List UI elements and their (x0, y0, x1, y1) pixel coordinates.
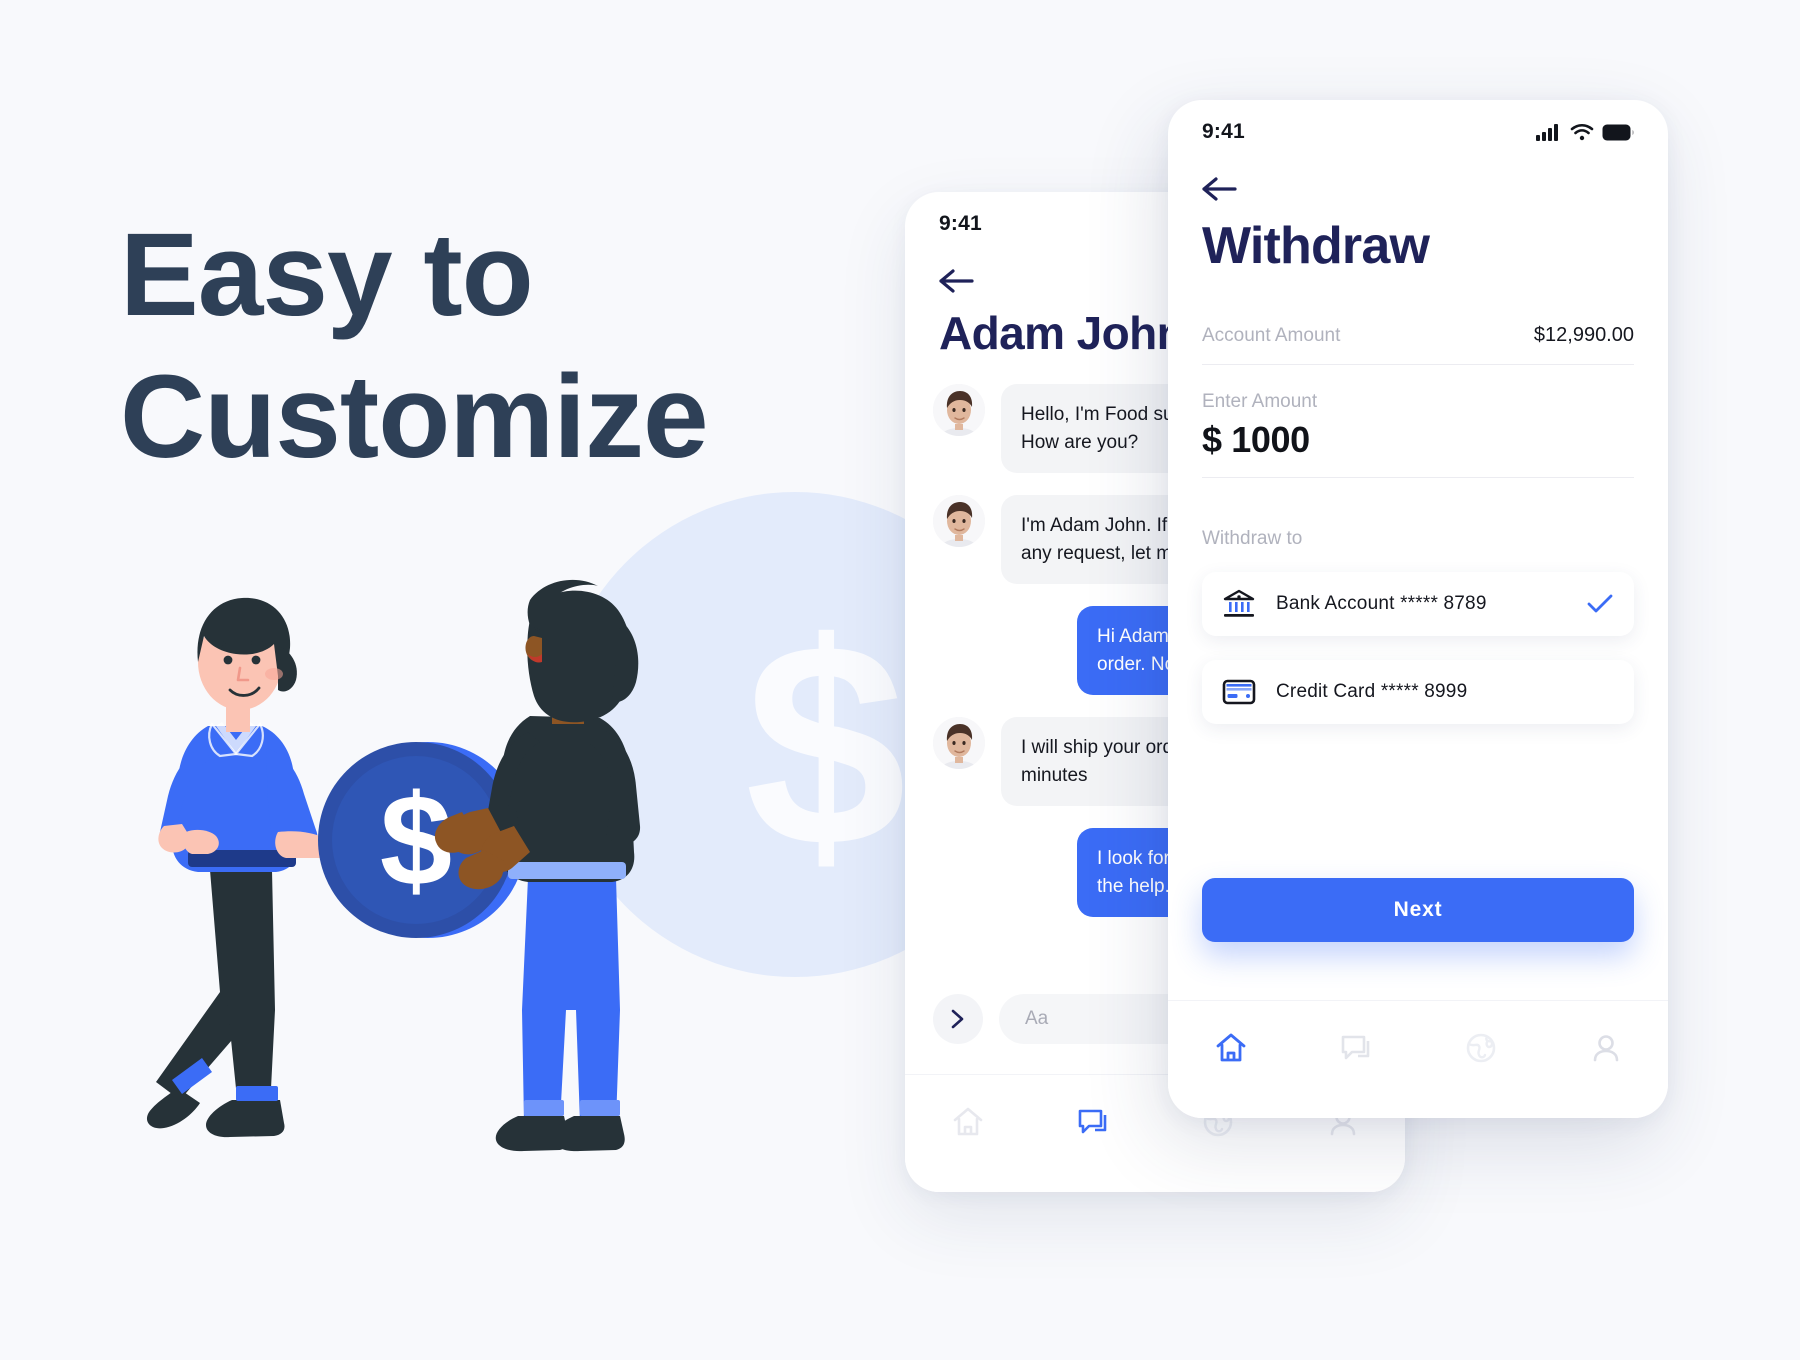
contact-avatar-icon (933, 495, 985, 548)
next-button[interactable]: Next (1202, 878, 1634, 942)
withdraw-page-title: Withdraw (1202, 217, 1430, 275)
nav-item-home[interactable] (1168, 1030, 1293, 1090)
account-amount-row: Account Amount $12,990.00 (1202, 324, 1634, 365)
withdraw-option-credit-card[interactable]: Credit Card ***** 8999 (1202, 660, 1634, 724)
account-amount-label: Account Amount (1202, 325, 1341, 346)
nav-item-home[interactable] (905, 1104, 1030, 1164)
people-with-coin-illustration: $ (60, 540, 740, 1160)
withdraw-bottom-nav (1168, 1000, 1668, 1118)
withdraw-option-label: Credit Card ***** 8999 (1276, 681, 1468, 702)
showcase-canvas: Easy to Customize $ $ 9:41 Adam Johnson … (0, 0, 1800, 1360)
withdraw-statusbar: 9:41 (1168, 100, 1668, 154)
avatar (933, 384, 985, 436)
account-amount-value: $12,990.00 (1533, 324, 1634, 346)
nav-item-chat[interactable] (1293, 1030, 1418, 1090)
statusbar-clock: 9:41 (1202, 120, 1245, 143)
withdraw-back-button[interactable] (1168, 154, 1668, 202)
avatar (933, 717, 985, 770)
battery-icon (1602, 124, 1634, 140)
statusbar-icons (1536, 123, 1634, 141)
enter-amount-field[interactable]: Enter Amount $ 1000 (1202, 391, 1634, 478)
nav-item-globe[interactable] (1418, 1030, 1543, 1090)
person-icon (1593, 1034, 1618, 1061)
headline-line-2: Customize (120, 350, 709, 483)
enter-amount-value[interactable]: $ 1000 (1202, 419, 1310, 460)
contact-avatar-icon (933, 384, 985, 436)
check-icon (1586, 592, 1614, 616)
statusbar-clock: 9:41 (939, 212, 982, 235)
withdraw-destination-list: Bank Account ***** 8789 Credit Card ****… (1202, 572, 1634, 724)
signal-bars-icon (1536, 124, 1558, 141)
enter-amount-label: Enter Amount (1202, 391, 1318, 412)
nav-item-chat[interactable] (1030, 1104, 1155, 1164)
withdraw-screen-card: 9:41 Withdraw Account Amount $12,990.00 … (1168, 100, 1668, 1118)
chevron-right-icon (951, 1009, 964, 1029)
nav-item-profile[interactable] (1543, 1030, 1668, 1090)
home-icon (1216, 1033, 1245, 1061)
withdraw-option-bank-account[interactable]: Bank Account ***** 8789 (1202, 572, 1634, 636)
page-title: Easy to Customize (120, 205, 940, 488)
chat-icon (1078, 1109, 1106, 1133)
withdraw-option-label: Bank Account ***** 8789 (1276, 593, 1487, 614)
avatar (933, 495, 985, 548)
credit-card-icon (1222, 678, 1258, 706)
bank-icon (1222, 588, 1258, 620)
dollar-watermark: $ (745, 583, 907, 907)
chat-icon (1341, 1035, 1369, 1059)
contact-avatar-icon (933, 717, 985, 770)
withdraw-to-label: Withdraw to (1202, 528, 1303, 549)
wifi-icon (1570, 123, 1594, 141)
globe-icon (1466, 1033, 1495, 1062)
home-icon (953, 1107, 982, 1135)
arrow-left-icon (939, 269, 974, 293)
headline-line-1: Easy to (120, 209, 534, 341)
chat-send-button[interactable] (933, 994, 983, 1044)
arrow-left-icon (1202, 177, 1237, 201)
